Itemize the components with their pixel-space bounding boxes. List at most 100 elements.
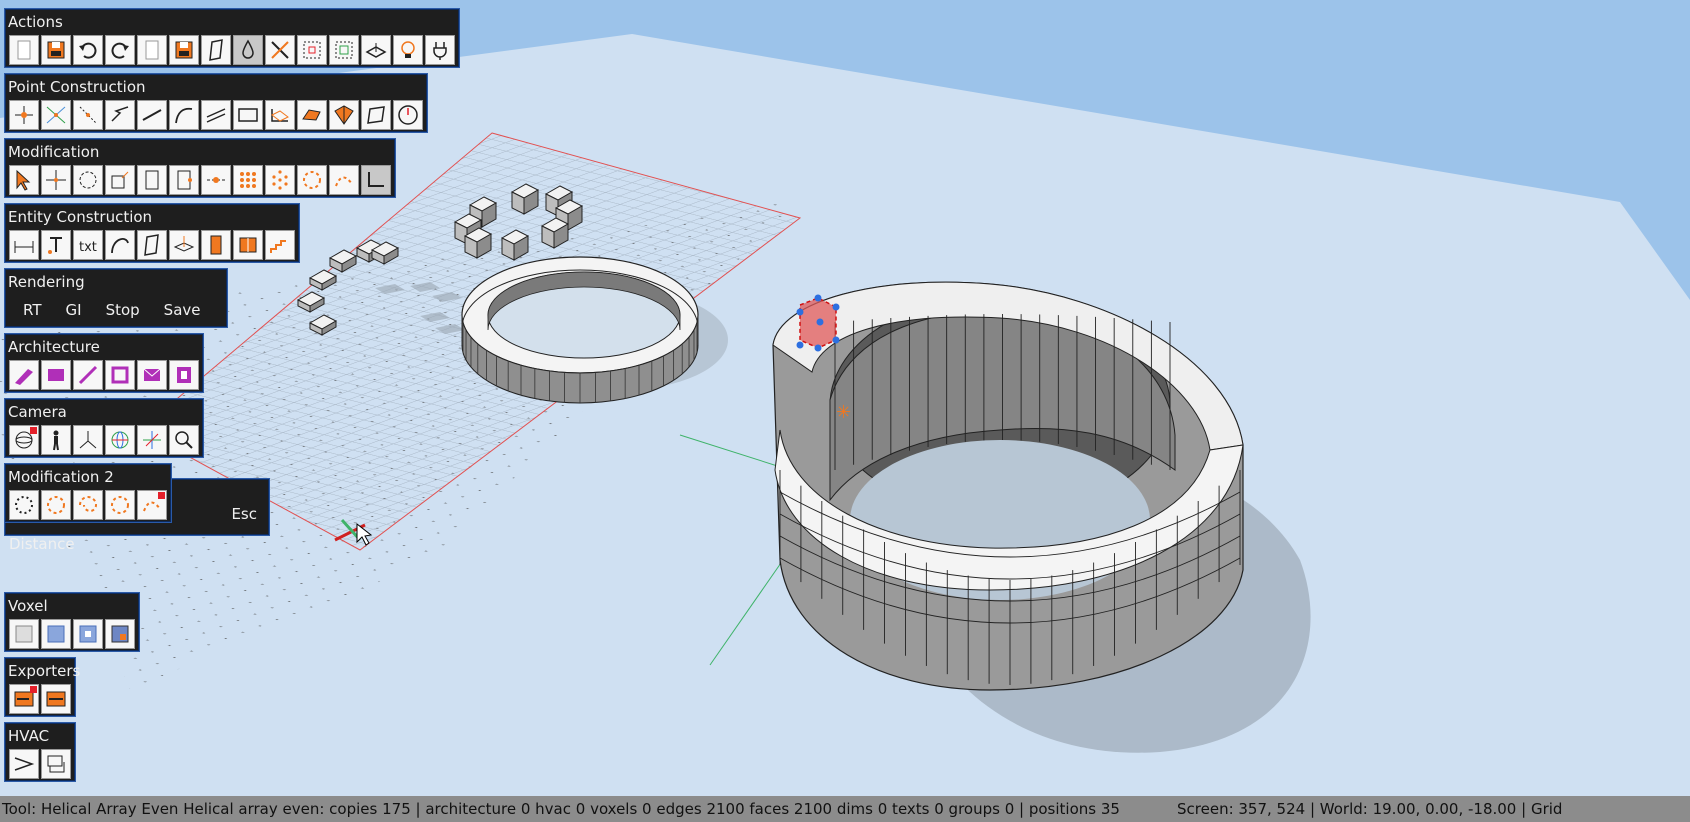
light-button[interactable] <box>393 35 423 65</box>
text-button[interactable]: txt <box>73 230 103 260</box>
door-button[interactable] <box>201 230 231 260</box>
clock-button[interactable] <box>393 100 423 130</box>
intersection-button[interactable] <box>41 100 71 130</box>
save-as-button[interactable] <box>169 35 199 65</box>
beam-button[interactable] <box>73 360 103 390</box>
grid-array-icon <box>240 172 256 188</box>
save-button[interactable] <box>41 35 71 65</box>
helical-even-icon <box>111 496 129 514</box>
active-indicator <box>30 427 37 434</box>
export-button[interactable] <box>9 684 39 714</box>
stair-button[interactable] <box>265 230 295 260</box>
move-button[interactable] <box>41 165 71 195</box>
parallel-lines-button[interactable] <box>201 100 231 130</box>
esc-button[interactable]: Esc <box>219 499 269 529</box>
polygon-button[interactable] <box>297 100 327 130</box>
zoom-button[interactable] <box>169 425 199 455</box>
select-arrow-icon <box>16 169 31 191</box>
helical-even-button[interactable] <box>105 490 135 520</box>
extrude-shape-button[interactable] <box>265 100 295 130</box>
voxel-select-button[interactable] <box>105 619 135 649</box>
envelope-button[interactable] <box>137 360 167 390</box>
slab-button[interactable] <box>41 360 71 390</box>
select-arrow-button[interactable] <box>9 165 39 195</box>
push-pull-button[interactable] <box>169 165 199 195</box>
select-all-icon <box>303 41 321 59</box>
voxel-grid-button[interactable] <box>9 619 39 649</box>
opening-button[interactable] <box>169 360 199 390</box>
arc-button[interactable] <box>169 100 199 130</box>
camera-toolbar: Camera <box>4 398 204 458</box>
zoom-icon <box>175 431 193 449</box>
split-button[interactable] <box>201 165 231 195</box>
section-button[interactable] <box>169 230 199 260</box>
export-dwg-button[interactable] <box>41 684 71 714</box>
undo-button[interactable] <box>73 35 103 65</box>
duct-button[interactable] <box>9 749 39 779</box>
offset-button[interactable] <box>137 165 167 195</box>
point-button[interactable] <box>9 100 39 130</box>
orbit-button[interactable] <box>9 425 39 455</box>
rectangle-button[interactable] <box>233 100 263 130</box>
polar-grid-button[interactable] <box>265 165 295 195</box>
move-icon <box>46 170 66 190</box>
new-file-button[interactable] <box>9 35 39 65</box>
select-region-button[interactable] <box>329 35 359 65</box>
plane-button[interactable] <box>201 35 231 65</box>
path-array-button[interactable] <box>137 490 167 520</box>
rotate-button[interactable] <box>73 165 103 195</box>
face-button[interactable] <box>137 230 167 260</box>
redo-button[interactable] <box>105 35 135 65</box>
actions-title: Actions <box>8 13 63 31</box>
open-file-button[interactable] <box>137 35 167 65</box>
globe-button[interactable] <box>105 425 135 455</box>
walk-icon <box>53 430 59 451</box>
polyline-button[interactable] <box>105 100 135 130</box>
save-render-button[interactable]: Save <box>152 295 213 325</box>
circle-array-button[interactable] <box>9 490 39 520</box>
ground-plane-button[interactable] <box>361 35 391 65</box>
select-all-button[interactable] <box>297 35 327 65</box>
voxel-cube-button[interactable] <box>41 619 71 649</box>
hvac-title: HVAC <box>8 727 50 745</box>
gi-button[interactable]: GI <box>54 295 94 325</box>
arc-icon <box>175 107 193 124</box>
pan-button[interactable] <box>137 425 167 455</box>
point-construction-toolbar: Point Construction <box>4 73 428 133</box>
point-icon <box>15 106 33 124</box>
rectangle-icon <box>238 108 258 122</box>
material-button[interactable] <box>233 35 263 65</box>
grid-array-button[interactable] <box>233 165 263 195</box>
curve-array-button[interactable] <box>329 165 359 195</box>
window-button[interactable] <box>233 230 263 260</box>
stop-button[interactable]: Stop <box>94 295 152 325</box>
fillet-button[interactable] <box>361 165 391 195</box>
line-button[interactable] <box>137 100 167 130</box>
text-pin-button[interactable] <box>41 230 71 260</box>
spiral-array-button[interactable] <box>73 490 103 520</box>
column-button[interactable] <box>105 360 135 390</box>
plugin-button[interactable] <box>425 35 455 65</box>
triangulate-button[interactable] <box>329 100 359 130</box>
entity-construction-toolbar: Entity Construction txt <box>4 203 300 263</box>
wall-button[interactable] <box>9 360 39 390</box>
tilted-rect-button[interactable] <box>361 100 391 130</box>
helical-array-button[interactable] <box>41 490 71 520</box>
split-icon <box>207 177 225 183</box>
voxel-block-button[interactable] <box>73 619 103 649</box>
select-region-icon <box>335 41 353 59</box>
status-coordinates: Screen: 357, 524 | World: 19.00, 0.00, -… <box>1177 800 1563 818</box>
active-indicator <box>30 686 37 693</box>
dimension-button[interactable] <box>9 230 39 260</box>
delete-button[interactable] <box>265 35 295 65</box>
curve-button[interactable] <box>105 230 135 260</box>
walk-button[interactable] <box>41 425 71 455</box>
scale-button[interactable] <box>105 165 135 195</box>
circular-array-button[interactable] <box>297 165 327 195</box>
rt-button[interactable]: RT <box>11 295 54 325</box>
grid-point-button[interactable] <box>73 100 103 130</box>
diffuser-button[interactable] <box>41 749 71 779</box>
axes-button[interactable] <box>73 425 103 455</box>
plugin-icon <box>433 42 447 60</box>
curve-array-icon <box>335 176 353 187</box>
